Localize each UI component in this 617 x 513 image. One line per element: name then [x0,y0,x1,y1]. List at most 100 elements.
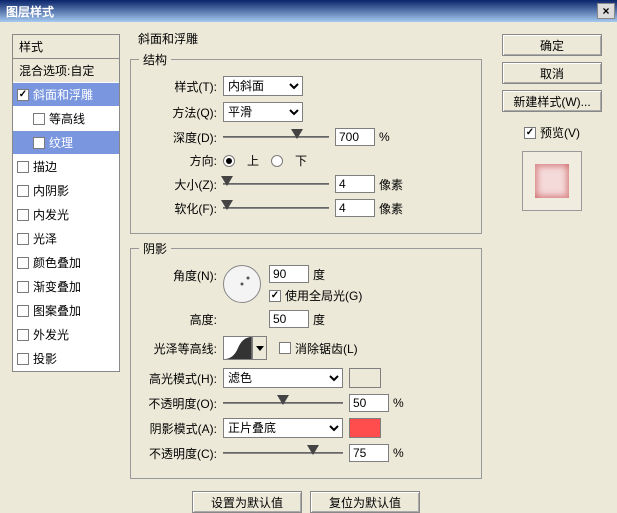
shadow-color-swatch[interactable] [349,418,381,438]
structure-group: 结构 样式(T): 内斜面 方法(Q): 平滑 深度(D): % 方向: 上 [130,51,482,234]
altitude-unit: 度 [313,311,325,328]
sidebar-item-label: 图案叠加 [33,302,81,319]
close-button[interactable]: × [597,3,615,19]
sidebar-item-outer-glow[interactable]: 外发光 [13,323,119,347]
new-style-button[interactable]: 新建样式(W)... [502,90,602,112]
shadow-opacity-unit: % [393,446,404,460]
sidebar-item-stroke[interactable]: 描边 [13,155,119,179]
contour-dropdown-button[interactable] [253,336,267,360]
shadow-opacity-input[interactable] [349,444,389,462]
chevron-down-icon [256,346,264,351]
checkbox-icon[interactable] [17,353,29,365]
sidebar-header: 样式 [13,35,119,59]
structure-legend: 结构 [139,51,171,68]
shadow-opacity-label: 不透明度(C): [139,445,223,462]
ok-button[interactable]: 确定 [502,34,602,56]
checkbox-icon[interactable] [17,257,29,269]
style-select[interactable]: 内斜面 [223,76,303,96]
sidebar-item-label: 内阴影 [33,182,69,199]
sidebar-item-label: 等高线 [49,110,85,127]
highlight-mode-select[interactable]: 滤色 [223,368,343,388]
size-slider[interactable] [223,176,329,192]
sidebar-item-gradient-overlay[interactable]: 渐变叠加 [13,275,119,299]
sidebar-item-label: 描边 [33,158,57,175]
depth-slider[interactable] [223,129,329,145]
checkbox-icon[interactable] [33,113,45,125]
direction-label: 方向: [139,152,223,169]
sidebar-item-label: 渐变叠加 [33,278,81,295]
style-label: 样式(T): [139,78,223,95]
shadow-legend: 阴影 [139,240,171,257]
altitude-label: 高度: [139,311,223,328]
main-panel: 斜面和浮雕 结构 样式(T): 内斜面 方法(Q): 平滑 深度(D): % 方… [130,30,482,513]
styles-sidebar: 样式 混合选项:自定 斜面和浮雕 等高线 纹理 描边 内阴影 内发光 [12,34,120,372]
gloss-contour-picker[interactable] [223,336,253,360]
highlight-opacity-slider[interactable] [223,395,343,411]
antialias-label: 消除锯齿(L) [295,340,358,357]
shadow-mode-label: 阴影模式(A): [139,420,223,437]
shadow-mode-select[interactable]: 正片叠底 [223,418,343,438]
sidebar-item-label: 纹理 [49,134,73,151]
size-label: 大小(Z): [139,176,223,193]
make-default-button[interactable]: 设置为默认值 [192,491,302,513]
dialog-content: 样式 混合选项:自定 斜面和浮雕 等高线 纹理 描边 内阴影 内发光 [0,22,617,500]
angle-input[interactable] [269,265,309,283]
soften-input[interactable] [335,199,375,217]
size-unit: 像素 [379,176,403,193]
window-title: 图层样式 [6,3,597,20]
highlight-color-swatch[interactable] [349,368,381,388]
antialias-checkbox[interactable] [279,342,291,354]
checkbox-icon[interactable] [17,329,29,341]
sidebar-item-bevel[interactable]: 斜面和浮雕 [13,83,119,107]
sidebar-item-label: 光泽 [33,230,57,247]
highlight-mode-label: 高光模式(H): [139,370,223,387]
highlight-opacity-label: 不透明度(O): [139,395,223,412]
direction-up-radio[interactable] [223,155,235,167]
angle-dial[interactable] [223,265,261,303]
angle-label: 角度(N): [139,265,223,284]
sidebar-item-inner-glow[interactable]: 内发光 [13,203,119,227]
sidebar-item-texture[interactable]: 纹理 [13,131,119,155]
global-light-checkbox[interactable] [269,290,281,302]
altitude-input[interactable] [269,310,309,328]
sidebar-item-label: 斜面和浮雕 [33,86,93,103]
angle-unit: 度 [313,266,325,283]
shadow-opacity-slider[interactable] [223,445,343,461]
sidebar-item-pattern-overlay[interactable]: 图案叠加 [13,299,119,323]
titlebar: 图层样式 × [0,0,617,22]
sidebar-item-satin[interactable]: 光泽 [13,227,119,251]
shadow-group: 阴影 角度(N): 度 使用全局光(G) 高度: [130,240,482,479]
highlight-opacity-input[interactable] [349,394,389,412]
soften-unit: 像素 [379,200,403,217]
checkbox-icon[interactable] [17,305,29,317]
sidebar-blend-options[interactable]: 混合选项:自定 [13,59,119,83]
checkbox-icon[interactable] [17,233,29,245]
method-select[interactable]: 平滑 [223,102,303,122]
preview-label: 预览(V) [540,124,580,141]
preview-checkbox[interactable] [524,127,536,139]
sidebar-item-color-overlay[interactable]: 颜色叠加 [13,251,119,275]
depth-input[interactable] [335,128,375,146]
sidebar-item-label: 内发光 [33,206,69,223]
sidebar-item-inner-shadow[interactable]: 内阴影 [13,179,119,203]
method-label: 方法(Q): [139,104,223,121]
gloss-contour-label: 光泽等高线: [139,340,223,357]
cancel-button[interactable]: 取消 [502,62,602,84]
checkbox-icon[interactable] [33,137,45,149]
sidebar-item-drop-shadow[interactable]: 投影 [13,347,119,371]
sidebar-item-label: 混合选项:自定 [19,62,94,79]
panel-title: 斜面和浮雕 [138,30,482,47]
checkbox-icon[interactable] [17,89,29,101]
sidebar-item-contour[interactable]: 等高线 [13,107,119,131]
checkbox-icon[interactable] [17,209,29,221]
checkbox-icon[interactable] [17,281,29,293]
depth-unit: % [379,130,390,144]
checkbox-icon[interactable] [17,185,29,197]
soften-label: 软化(F): [139,200,223,217]
checkbox-icon[interactable] [17,161,29,173]
reset-default-button[interactable]: 复位为默认值 [310,491,420,513]
sidebar-item-label: 投影 [33,350,57,367]
direction-down-radio[interactable] [271,155,283,167]
soften-slider[interactable] [223,200,329,216]
size-input[interactable] [335,175,375,193]
